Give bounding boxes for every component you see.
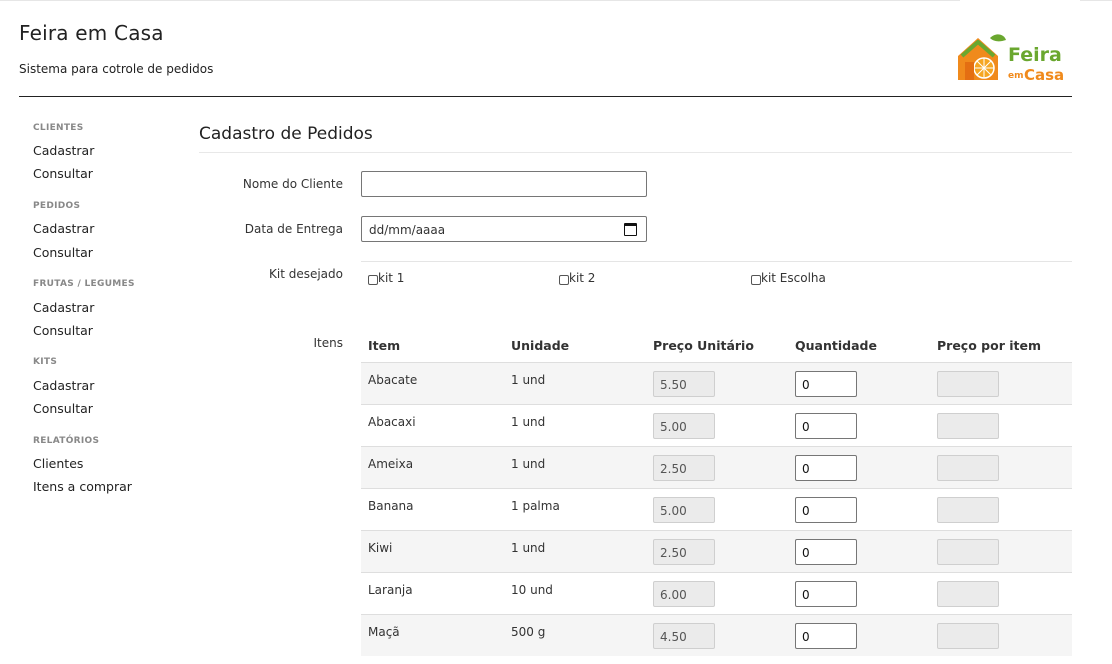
item-total-field <box>937 539 999 565</box>
sidebar-item-relatorio-clientes[interactable]: Clientes <box>33 456 83 471</box>
column-header-preco-unitario: Preço Unitário <box>653 338 754 353</box>
item-unit: 1 und <box>511 541 546 555</box>
kit-escolha-label: kit Escolha <box>761 271 826 285</box>
quantity-input[interactable]: 0 <box>795 623 857 649</box>
client-name-label: Nome do Cliente <box>242 177 343 191</box>
table-row: Banana 1 palma 5.00 0 <box>361 488 1072 530</box>
sidebar-item-clientes-cadastrar[interactable]: Cadastrar <box>33 143 94 158</box>
kit-option-1[interactable]: kit 1 <box>368 271 404 285</box>
table-row: Abacaxi 1 und 5.00 0 <box>361 404 1072 446</box>
column-header-quantidade: Quantidade <box>795 338 877 353</box>
page-title: Cadastro de Pedidos <box>199 124 373 144</box>
sidebar-item-pedidos-cadastrar[interactable]: Cadastrar <box>33 221 94 236</box>
svg-text:Feira: Feira <box>1008 44 1062 66</box>
client-name-input[interactable] <box>361 171 647 197</box>
top-border <box>0 0 960 4</box>
quantity-input[interactable]: 0 <box>795 413 857 439</box>
feira-em-casa-logo: Feira em Casa <box>952 30 1074 86</box>
item-name: Laranja <box>368 583 413 597</box>
item-total-field <box>937 497 999 523</box>
title-divider <box>199 152 1072 153</box>
sidebar-item-pedidos-consultar[interactable]: Consultar <box>33 245 93 260</box>
kit-option-2[interactable]: kit 2 <box>559 271 595 285</box>
quantity-input[interactable]: 0 <box>795 455 857 481</box>
item-name: Banana <box>368 499 414 513</box>
app-title: Feira em Casa <box>19 21 164 45</box>
sidebar-section-relatorios: RELATÓRIOS <box>33 436 100 446</box>
item-unit: 10 und <box>511 583 553 597</box>
date-placeholder: dd/mm/aaaa <box>369 223 446 237</box>
item-unit: 1 palma <box>511 499 560 513</box>
item-unit: 500 g <box>511 625 546 639</box>
unit-price-field: 5.00 <box>653 497 715 523</box>
kit-label: Kit desejado <box>268 267 343 281</box>
calendar-icon[interactable] <box>624 223 637 236</box>
items-label: Itens <box>313 336 343 350</box>
unit-price-field: 2.50 <box>653 455 715 481</box>
item-name: Kiwi <box>368 541 393 555</box>
table-row: Kiwi 1 und 2.50 0 <box>361 530 1072 572</box>
table-row: Maçã 500 g 4.50 0 <box>361 614 1072 656</box>
delivery-date-label: Data de Entrega <box>244 222 343 236</box>
form-divider <box>361 261 1072 262</box>
unit-price-field: 6.00 <box>653 581 715 607</box>
kit-2-label: kit 2 <box>569 271 596 285</box>
sidebar-section-pedidos: PEDIDOS <box>33 201 81 211</box>
unit-price-field: 5.50 <box>653 371 715 397</box>
top-border-right <box>1080 0 1112 4</box>
sidebar-item-clientes-consultar[interactable]: Consultar <box>33 166 93 181</box>
unit-price-field: 4.50 <box>653 623 715 649</box>
item-unit: 1 und <box>511 415 546 429</box>
item-total-field <box>937 455 999 481</box>
sidebar-item-kits-consultar[interactable]: Consultar <box>33 401 93 416</box>
item-unit: 1 und <box>511 373 546 387</box>
quantity-input[interactable]: 0 <box>795 581 857 607</box>
sidebar-item-frutas-consultar[interactable]: Consultar <box>33 323 93 338</box>
item-total-field <box>937 413 999 439</box>
table-row: Ameixa 1 und 2.50 0 <box>361 446 1072 488</box>
item-total-field <box>937 371 999 397</box>
app-subtitle: Sistema para cotrole de pedidos <box>19 62 214 76</box>
quantity-input[interactable]: 0 <box>795 539 857 565</box>
table-row: Laranja 10 und 6.00 0 <box>361 572 1072 614</box>
kit-escolha-checkbox[interactable] <box>751 274 761 285</box>
delivery-date-input[interactable]: dd/mm/aaaa <box>361 216 647 242</box>
kit-1-label: kit 1 <box>378 271 405 285</box>
unit-price-field: 5.00 <box>653 413 715 439</box>
item-name: Maçã <box>368 625 400 639</box>
kit-2-checkbox[interactable] <box>559 274 569 285</box>
item-unit: 1 und <box>511 457 546 471</box>
svg-text:em: em <box>1008 71 1023 81</box>
sidebar-section-kits: KITS <box>33 357 58 367</box>
sidebar-section-frutas: FRUTAS / LEGUMES <box>33 279 135 289</box>
column-header-item: Item <box>368 338 401 353</box>
column-header-unidade: Unidade <box>511 338 570 353</box>
item-total-field <box>937 623 999 649</box>
sidebar-item-itens-a-comprar[interactable]: Itens a comprar <box>33 479 132 494</box>
kit-1-checkbox[interactable] <box>368 274 378 285</box>
item-name: Ameixa <box>368 457 414 471</box>
sidebar-section-clientes: CLIENTES <box>33 123 84 133</box>
item-total-field <box>937 581 999 607</box>
svg-text:Casa: Casa <box>1024 66 1064 84</box>
column-header-preco-por-item: Preço por item <box>937 338 1041 353</box>
unit-price-field: 2.50 <box>653 539 715 565</box>
table-row: Abacate 1 und 5.50 0 <box>361 362 1072 404</box>
kit-option-escolha[interactable]: kit Escolha <box>751 271 826 285</box>
sidebar-item-kits-cadastrar[interactable]: Cadastrar <box>33 378 94 393</box>
quantity-input[interactable]: 0 <box>795 497 857 523</box>
quantity-input[interactable]: 0 <box>795 371 857 397</box>
item-name: Abacate <box>368 373 418 387</box>
header-divider <box>19 96 1072 97</box>
sidebar-item-frutas-cadastrar[interactable]: Cadastrar <box>33 300 94 315</box>
item-name: Abacaxi <box>368 415 416 429</box>
